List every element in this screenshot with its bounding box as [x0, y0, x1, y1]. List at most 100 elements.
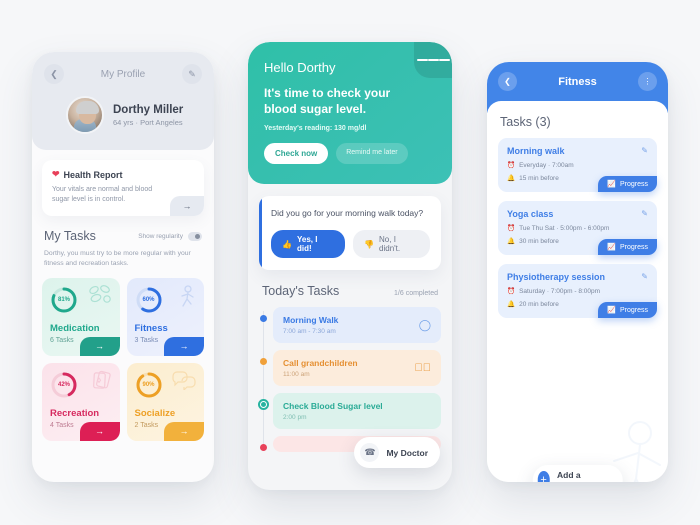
clock-icon: ⏰: [507, 225, 516, 232]
task-schedule-row: ⏰ Tue Thu Sat · 5:00pm - 6:00pm: [507, 224, 648, 233]
todays-tasks-header: Today's Tasks 1/6 completed: [262, 284, 438, 298]
task-name: Morning Walk: [283, 315, 339, 326]
pencil-icon[interactable]: ✎: [181, 64, 202, 84]
task-reminder: 20 min before: [519, 300, 559, 308]
profile-header: ❮ My Profile ✎ Dorthy Miller 64 yrs · Po…: [32, 52, 214, 150]
socialize-arrow-icon[interactable]: →: [164, 421, 204, 441]
recreation-percent: 42%: [57, 381, 70, 388]
circle-empty-icon[interactable]: ◯: [419, 319, 431, 332]
pencil-icon[interactable]: ✎: [641, 209, 648, 218]
tasks-heading: Tasks (3): [500, 115, 551, 129]
task-timeline: Morning Walk 7:00 am - 7:30 am ◯ Call gr…: [258, 307, 441, 453]
task-schedule: Everyday · 7:00am: [519, 161, 574, 169]
health-report-title: Health Report: [63, 169, 123, 180]
chart-line-icon: 📈: [607, 244, 616, 251]
task-category-tiles: 81% Medication 6 Tasks → 60% Fitness 3 T…: [42, 277, 204, 441]
tile-recreation[interactable]: 42% Recreation 4 Tasks →: [42, 362, 120, 441]
pencil-icon[interactable]: ✎: [641, 272, 648, 281]
recreation-arrow-icon[interactable]: →: [79, 421, 120, 441]
my-tasks-subtitle: Dorthy, you must try to be more regular …: [44, 250, 191, 268]
greeting: Hello Dorthy: [264, 60, 336, 75]
medication-percent: 81%: [57, 296, 70, 303]
question-card: Did you go for your morning walk today? …: [259, 196, 441, 271]
fitness-topbar: ❮ Fitness ⋮: [498, 72, 657, 91]
timeline-dot: [260, 444, 267, 452]
show-regularity-control[interactable]: Show regularity: [138, 231, 202, 241]
timeline-dot: [260, 315, 267, 323]
page-title: My Profile: [100, 68, 146, 80]
playing-cards-icon: [92, 370, 111, 389]
hero-reading: Yesterday's reading: 130 mg/dl: [264, 125, 367, 133]
hero-headline: It's time to check your blood sugar leve…: [264, 86, 391, 117]
my-doctor-button[interactable]: ☎ My Doctor: [354, 437, 440, 468]
bell-icon: 🔔: [507, 238, 516, 245]
fitness-arrow-icon[interactable]: →: [164, 336, 204, 356]
fitness-phone-screen: ❮ Fitness ⋮ Tasks (3) Morning walk ✎ ⏰ E…: [487, 62, 668, 482]
back-icon[interactable]: ❮: [44, 64, 64, 84]
hero-actions: Check now Remind me later: [264, 143, 436, 165]
timeline-item-check-blood-sugar[interactable]: Check Blood Sugar level 2:00 pm: [258, 393, 441, 430]
medication-progress-ring: 81%: [50, 286, 78, 314]
task-schedule: Tue Thu Sat · 5:00pm - 6:00pm: [519, 224, 610, 232]
user-name: Dorthy Miller: [113, 103, 184, 116]
pencil-icon[interactable]: ✎: [641, 146, 648, 155]
recreation-name: Recreation: [50, 407, 100, 419]
progress-button[interactable]: 📈 Progress: [598, 239, 657, 255]
pills-icon: [88, 284, 111, 303]
page-title: Fitness: [558, 75, 597, 88]
answer-no-button[interactable]: 👎 No, I didn't.: [353, 230, 430, 259]
timeline-item-morning-walk[interactable]: Morning Walk 7:00 am - 7:30 am ◯: [260, 307, 441, 344]
profile-topbar: ❮ My Profile ✎: [44, 64, 202, 84]
user-meta: 64 yrs · Port Angeles: [113, 117, 183, 127]
todays-tasks-completed: 1/6 completed: [394, 290, 438, 298]
show-regularity-label: Show regularity: [138, 232, 183, 240]
back-icon[interactable]: ❮: [498, 72, 517, 91]
fitness-name: Fitness: [134, 322, 168, 334]
timeline-item-call-grandchildren[interactable]: Call grandchildren 11:00 am ✓⃝: [260, 350, 441, 387]
clock-icon: ⏰: [507, 162, 516, 169]
profile-phone-screen: ❮ My Profile ✎ Dorthy Miller 64 yrs · Po…: [32, 52, 214, 482]
fitness-task-physiotherapy[interactable]: Physiotherapy session ✎ ⏰ Saturday · 7:0…: [498, 264, 657, 318]
task-schedule-row: ⏰ Saturday · 7:00pm - 8:00pm: [507, 287, 648, 296]
progress-button[interactable]: 📈 Progress: [598, 302, 657, 318]
my-doctor-label: My Doctor: [386, 447, 428, 458]
question-actions: 👍 Yes, I did! 👎 No, I didn't.: [271, 230, 430, 259]
task-name: Check Blood Sugar level: [283, 401, 383, 412]
health-report-text: Your vitals are normal and blood sugar l…: [52, 186, 153, 204]
fitness-percent: 60%: [142, 296, 155, 303]
profile-body: ❤ Health Report Your vitals are normal a…: [32, 160, 214, 441]
progress-label: Progress: [619, 180, 648, 188]
regularity-toggle[interactable]: [188, 231, 202, 241]
bell-icon: 🔔: [507, 175, 516, 182]
fitness-task-yoga-class[interactable]: Yoga class ✎ ⏰ Tue Thu Sat · 5:00pm - 6:…: [498, 201, 657, 255]
thumbs-up-icon: 👍: [282, 239, 292, 249]
progress-button[interactable]: 📈 Progress: [598, 176, 657, 192]
task-schedule: Saturday · 7:00pm - 8:00pm: [519, 287, 601, 295]
arrow-right-icon[interactable]: →: [170, 196, 204, 217]
task-schedule-row: ⏰ Everyday · 7:00am: [507, 161, 648, 170]
plus-icon: +: [537, 471, 551, 482]
health-report-card[interactable]: ❤ Health Report Your vitals are normal a…: [42, 160, 204, 217]
chat-bubbles-icon: [172, 371, 196, 390]
my-tasks-title: My Tasks: [44, 229, 96, 244]
fitness-sheet: Tasks (3) Morning walk ✎ ⏰ Everyday · 7:…: [487, 101, 668, 482]
hamburger-menu-icon[interactable]: [414, 42, 452, 78]
tile-fitness[interactable]: 60% Fitness 3 Tasks →: [126, 277, 204, 356]
medication-arrow-icon[interactable]: →: [79, 336, 120, 356]
add-fitness-task-button[interactable]: + Add a fitness task: [532, 465, 623, 482]
check-now-button[interactable]: Check now: [264, 143, 329, 165]
home-body: Did you go for your morning walk today? …: [248, 196, 452, 453]
task-time: 2:00 pm: [283, 414, 307, 422]
question-text: Did you go for your morning walk today?: [271, 208, 424, 219]
avatar: [66, 96, 104, 134]
tile-medication[interactable]: 81% Medication 6 Tasks →: [42, 277, 120, 356]
heart-pulse-icon: ❤: [52, 169, 60, 179]
answer-yes-label: Yes, I did!: [296, 235, 318, 254]
more-vertical-icon[interactable]: ⋮: [637, 72, 657, 91]
task-name: Morning walk: [507, 146, 565, 156]
check-circle-icon[interactable]: ✓⃝: [415, 362, 432, 374]
remind-me-later-button[interactable]: Remind me later: [336, 143, 408, 165]
answer-yes-button[interactable]: 👍 Yes, I did!: [271, 230, 346, 259]
fitness-task-morning-walk[interactable]: Morning walk ✎ ⏰ Everyday · 7:00am 🔔 15 …: [498, 138, 657, 192]
tile-socialize[interactable]: 90% Socialize 2 Tasks →: [126, 362, 204, 441]
